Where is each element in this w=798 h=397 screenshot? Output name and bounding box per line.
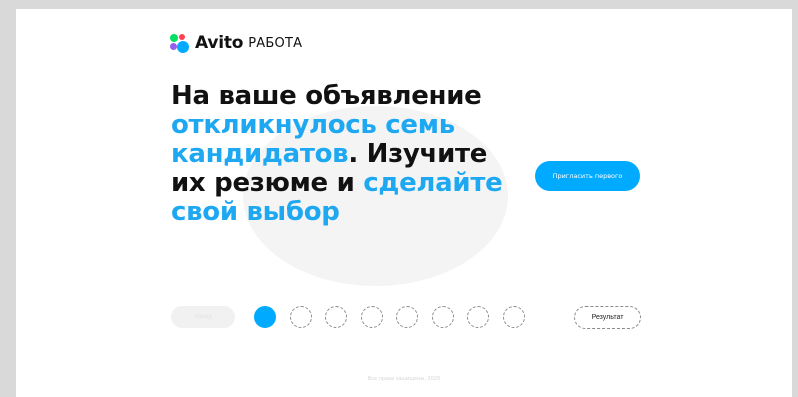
- prev-button[interactable]: Назад: [171, 306, 235, 328]
- headline: На ваше объявление откликнулось семь канд…: [171, 82, 511, 227]
- footer-text: Все права защищены, 2020: [367, 376, 441, 382]
- step-circle-5[interactable]: [396, 306, 418, 328]
- result-button[interactable]: Результат: [574, 306, 641, 329]
- step-circle-3[interactable]: [325, 306, 347, 328]
- step-circle-1[interactable]: [254, 306, 276, 328]
- step-circle-2[interactable]: [289, 306, 312, 328]
- avito-logo[interactable]: Avito РАБОТА: [170, 33, 302, 53]
- avito-dots-icon: [170, 33, 190, 53]
- page: Avito РАБОТА На ваше объявление откликнул…: [16, 9, 792, 397]
- headline-part-1: На ваше объявление: [171, 81, 482, 111]
- step-circle-8[interactable]: [502, 306, 525, 328]
- step-circle-4[interactable]: [360, 306, 383, 328]
- logo-subtitle: РАБОТА: [248, 35, 303, 51]
- logo-brand: Avito: [195, 33, 244, 53]
- step-circle-6[interactable]: [431, 306, 454, 328]
- invite-first-button[interactable]: Пригласить первого: [535, 161, 640, 191]
- step-circle-7[interactable]: [467, 306, 489, 328]
